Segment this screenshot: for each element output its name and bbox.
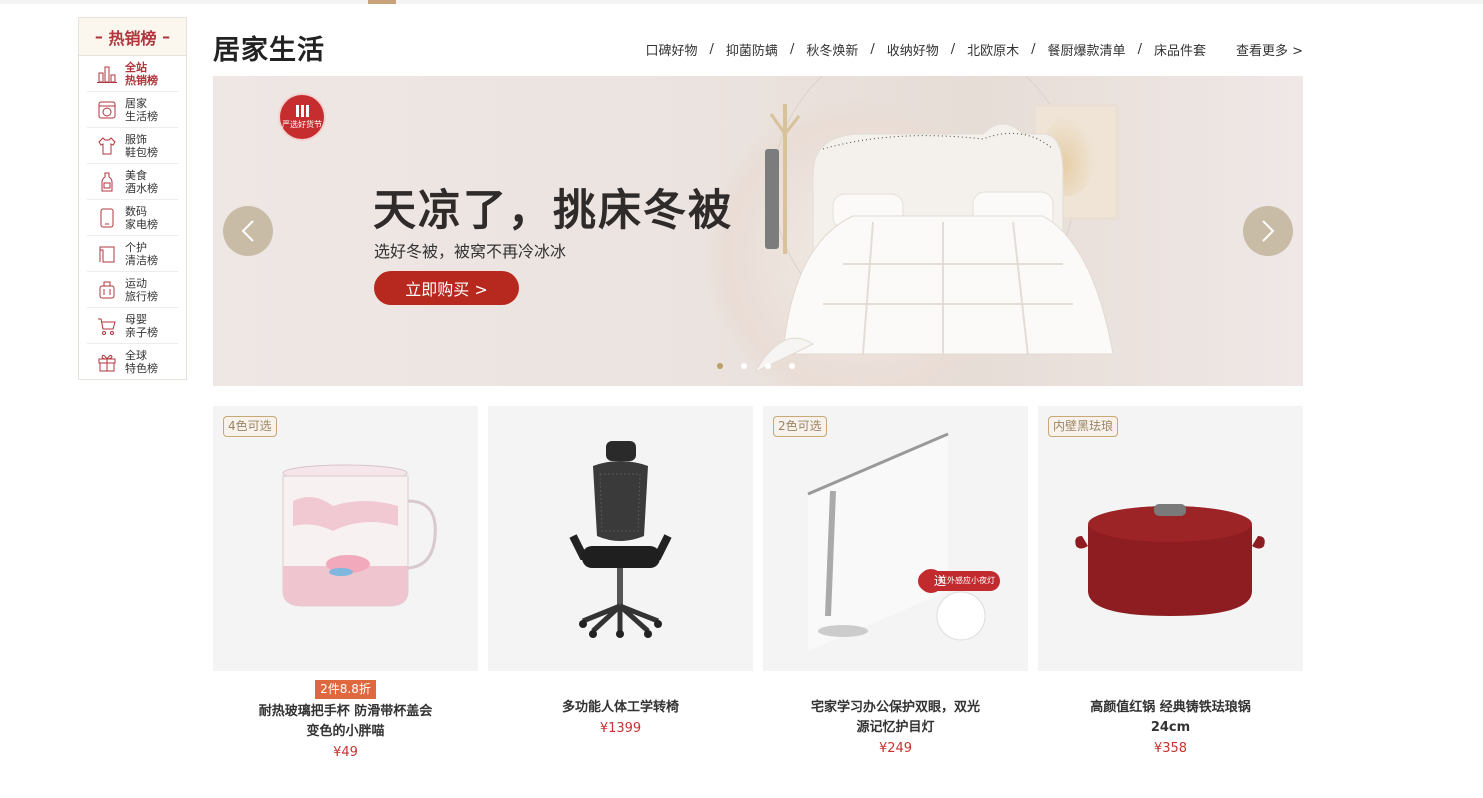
- sidebar-item-2[interactable]: 服饰 鞋包榜: [87, 128, 178, 164]
- phone-icon: [100, 208, 114, 227]
- carousel-dot-2[interactable]: [765, 363, 771, 369]
- product-price: ¥249: [878, 741, 913, 756]
- carousel-dots: [717, 363, 795, 369]
- hero-banner[interactable]: 严选好货节 天凉了，挑床冬被 选好冬被，被窝不再冷冰冰 立即购买 >: [213, 76, 1303, 386]
- carousel-dot-3[interactable]: [789, 363, 795, 369]
- product-card-0[interactable]: 4色可选 2件8.8折耐热玻璃把手杯 防滑带杯盖会变色的小胖喵 ¥49: [213, 406, 478, 760]
- sidebar-item-5[interactable]: 个护 清洁榜: [87, 236, 178, 272]
- shirt-icon: [98, 136, 116, 154]
- product-card-3[interactable]: 内壁黑珐琅高颜值红锅 经典铸铁珐琅锅24cm ¥358: [1038, 406, 1303, 760]
- nav-separator: /: [709, 42, 714, 57]
- sidebar-item-4[interactable]: 数码 家电榜: [87, 200, 178, 236]
- sidebar-item-8[interactable]: 全球 特色榜: [87, 344, 178, 380]
- product-price: ¥49: [333, 745, 358, 760]
- product-image[interactable]: 2色可选送红外感应小夜灯: [763, 406, 1028, 671]
- suitcase-icon: [99, 281, 115, 298]
- sidebar-item-0[interactable]: 全站 热销榜: [87, 56, 178, 92]
- top-border: [0, 0, 1483, 4]
- carousel-dot-1[interactable]: [741, 363, 747, 369]
- sidebar-item-label: 母婴 亲子榜: [125, 312, 158, 339]
- sidebar-item-label: 服饰 鞋包榜: [125, 132, 158, 159]
- bottle-icon: [101, 172, 113, 191]
- banner-subtitle: 选好冬被，被窝不再冷冰冰: [374, 242, 567, 261]
- nav-separator: /: [950, 42, 956, 57]
- product-price: ¥358: [1153, 741, 1188, 756]
- nav-link-5[interactable]: 餐厨爆款清单: [1048, 40, 1126, 59]
- view-more-link[interactable]: 查看更多 >: [1236, 40, 1303, 59]
- nav-link-1[interactable]: 抑菌防螨: [726, 40, 778, 59]
- product-name[interactable]: 宅家学习办公保护双眼，双光源记忆护目灯: [808, 698, 983, 738]
- badge-text: 严选好货节: [282, 119, 322, 129]
- nav-link-2[interactable]: 秋冬焕新: [806, 40, 858, 59]
- product-name[interactable]: 高颜值红锅 经典铸铁珐琅锅24cm: [1083, 698, 1258, 738]
- product-image[interactable]: [488, 406, 753, 671]
- bed-image: [753, 104, 1113, 374]
- sidebar-item-label: 个护 清洁榜: [125, 240, 158, 267]
- buy-now-button[interactable]: 立即购买 >: [374, 271, 519, 305]
- bar-chart-icon: [97, 66, 117, 83]
- product-tag: 4色可选: [223, 416, 277, 437]
- product-price: ¥1399: [599, 721, 642, 736]
- towel-icon: [99, 246, 115, 262]
- carousel-dot-0[interactable]: [717, 363, 723, 369]
- sidebar-item-1[interactable]: 居家 生活榜: [87, 92, 178, 128]
- page-title: 居家生活: [213, 35, 325, 66]
- product-tag: 2色可选: [773, 416, 827, 437]
- sidebar-item-label: 全站 热销榜: [125, 60, 158, 87]
- nav-separator: /: [870, 42, 875, 57]
- washing-machine-icon: [98, 101, 116, 118]
- gift-icon: [98, 354, 116, 372]
- sidebar-item-6[interactable]: 运动 旅行榜: [87, 272, 178, 308]
- gift-text: 红外感应小夜灯: [939, 576, 995, 585]
- nav-link-6[interactable]: 床品件套: [1154, 40, 1206, 59]
- sidebar-item-label: 居家 生活榜: [125, 96, 158, 123]
- product-name[interactable]: 耐热玻璃把手杯 防滑带杯盖会变色的小胖喵: [258, 702, 433, 742]
- nav-separator: /: [1031, 42, 1036, 57]
- sidebar-title: – 热销榜 –: [79, 18, 186, 56]
- sidebar-list: 全站 热销榜居家 生活榜服饰 鞋包榜美食 酒水榜数码 家电榜个护 清洁榜运动 旅行榜母婴 亲子榜…: [79, 56, 186, 380]
- product-image[interactable]: 内壁黑珐琅: [1038, 406, 1303, 671]
- active-indicator: [368, 0, 396, 4]
- nav-link-0[interactable]: 口碑好物: [646, 40, 698, 59]
- nav-separator: /: [789, 42, 795, 57]
- banner-title: 天凉了，挑床冬被: [373, 186, 733, 236]
- sidebar-item-7[interactable]: 母婴 亲子榜: [87, 308, 178, 344]
- sidebar-item-label: 数码 家电榜: [125, 204, 158, 231]
- sidebar-item-label: 美食 酒水榜: [125, 168, 158, 195]
- nav-link-4[interactable]: 北欧原木: [967, 40, 1019, 59]
- cart-icon: [98, 318, 116, 335]
- product-tag: 内壁黑珐琅: [1048, 416, 1119, 437]
- promo-badge: 2件8.8折: [315, 680, 376, 699]
- product-image[interactable]: 4色可选: [213, 406, 478, 671]
- sidebar-title-text: 热销榜: [108, 28, 157, 48]
- product-name[interactable]: 多功能人体工学转椅: [533, 698, 708, 718]
- nav-separator: /: [1137, 42, 1142, 57]
- chevron-right-icon: [1262, 220, 1275, 242]
- sidebar-item-label: 全球 特色榜: [125, 349, 158, 375]
- prev-slide-button[interactable]: [223, 206, 273, 256]
- next-slide-button[interactable]: [1243, 206, 1293, 256]
- chevron-left-icon: [241, 220, 254, 242]
- sidebar-item-3[interactable]: 美食 酒水榜: [87, 164, 178, 200]
- promo-badge-logo: 严选好货节: [280, 95, 324, 139]
- product-grid: 4色可选 2件8.8折耐热玻璃把手杯 防滑带杯盖会变色的小胖喵 ¥49 多功能人体工学…: [213, 406, 1303, 760]
- hot-ranking-sidebar: – 热销榜 – 全站 热销榜居家 生活榜服饰 鞋包榜美食 酒水榜数码 家电榜个护 清洁榜运动…: [78, 17, 187, 380]
- product-card-1[interactable]: 多功能人体工学转椅 ¥1399: [488, 406, 753, 760]
- nav-link-3[interactable]: 收纳好物: [887, 40, 939, 59]
- sidebar-item-label: 运动 旅行榜: [125, 276, 158, 303]
- product-card-2[interactable]: 2色可选送红外感应小夜灯宅家学习办公保护双眼，双光源记忆护目灯 ¥249: [763, 406, 1028, 760]
- category-nav: 口碑好物 / 抑菌防螨 / 秋冬焕新 / 收纳好物 / 北欧原木 / 餐厨爆款清单 / 床品件套 查看更多…: [646, 40, 1303, 59]
